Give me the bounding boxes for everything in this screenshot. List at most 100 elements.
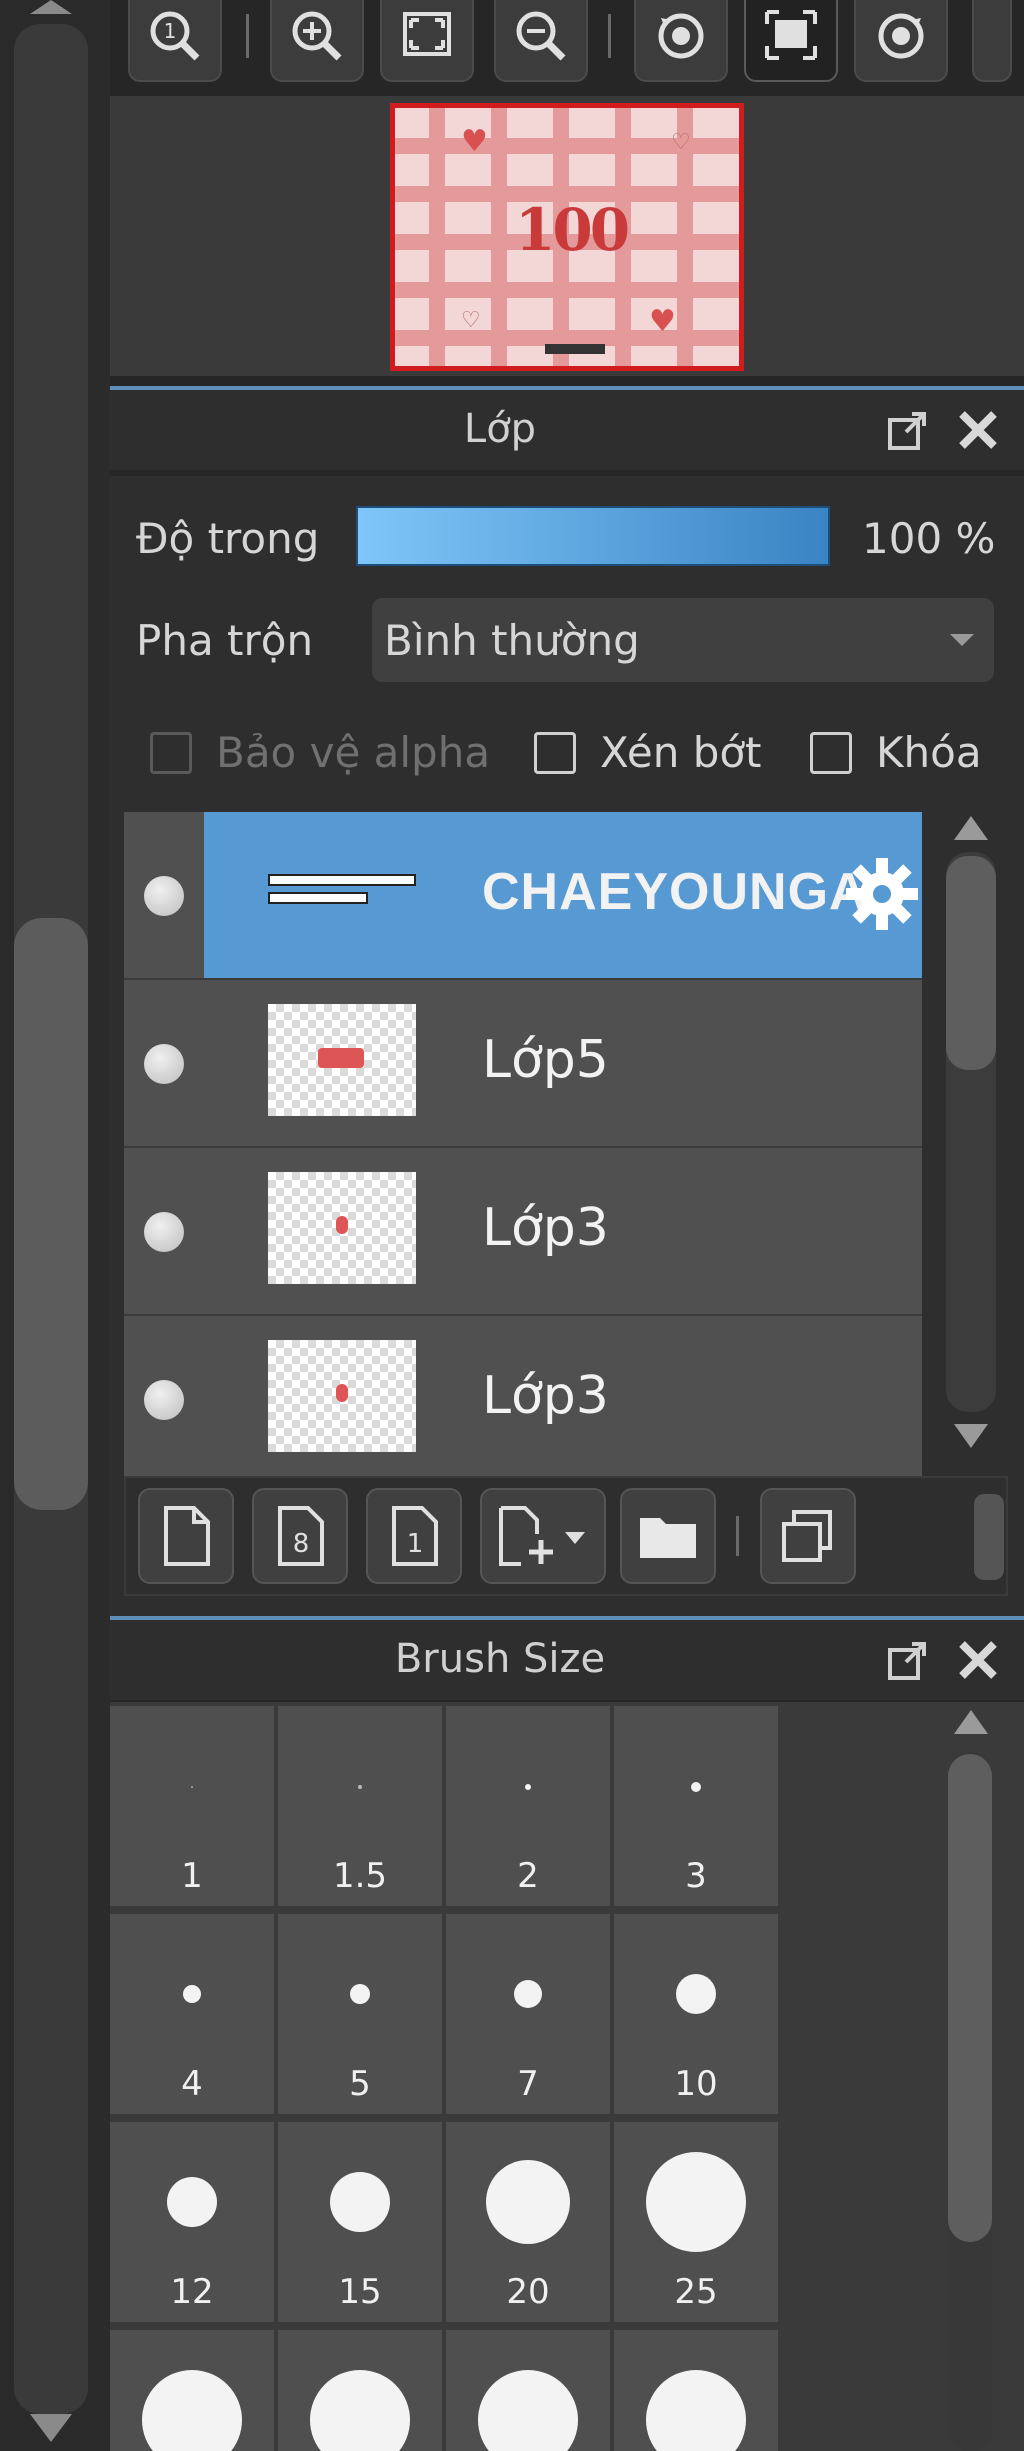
close-icon[interactable]	[956, 1638, 1000, 1682]
layer-list: CHAEYOUNGA Lớp5 Lớp3 Lớp3	[124, 812, 922, 1482]
popout-icon[interactable]	[886, 1638, 930, 1682]
blend-mode-select[interactable]: Bình thường	[372, 598, 994, 682]
left-scroll-down-arrow[interactable]	[30, 2414, 72, 2442]
clipping-label: Xén bớt	[600, 728, 762, 777]
brush-size-label: 2	[517, 1856, 539, 1896]
rotate-left-button[interactable]	[634, 0, 728, 82]
layer-toolbar-scroll[interactable]	[974, 1494, 1004, 1580]
brush-size-scrollbar[interactable]	[936, 1702, 1006, 2451]
brush-size-cell[interactable]: 25	[614, 2122, 778, 2322]
layer-row[interactable]: Lớp3	[124, 1316, 922, 1482]
brush-size-label: 5	[349, 2064, 371, 2104]
brush-dot	[691, 1782, 701, 1792]
scroll-up-arrow[interactable]	[954, 816, 988, 840]
brush-size-cell[interactable]: 5	[278, 1914, 442, 2114]
brush-size-grid: 1 1.5 2 3 4 5 7 10 12 15 20 25	[110, 1702, 1024, 2451]
scroll-up-arrow[interactable]	[954, 1710, 988, 1734]
opacity-value: 100 %	[862, 514, 996, 563]
heart-icon: ♥	[649, 304, 676, 339]
brush-dot	[358, 1785, 362, 1789]
new-8bit-layer-button[interactable]: 8	[252, 1488, 348, 1584]
new-1bit-layer-button[interactable]: 1	[366, 1488, 462, 1584]
canvas-thumbnail[interactable]: ♥ ♥ ♡ ♡ 100	[390, 103, 744, 371]
left-scroll-up-arrow[interactable]	[30, 0, 72, 14]
scroll-thumb[interactable]	[948, 1754, 992, 2242]
layer-visibility-toggle[interactable]	[124, 980, 204, 1146]
brush-size-cell[interactable]	[110, 2330, 274, 2451]
eye-dot-icon	[144, 1380, 184, 1420]
gear-icon[interactable]	[844, 856, 920, 932]
new-layer-button[interactable]	[138, 1488, 234, 1584]
add-layer-menu-icon	[499, 1506, 585, 1566]
zoom-in-button[interactable]	[270, 0, 364, 82]
zoom-actual-button[interactable]: 1	[128, 0, 222, 82]
close-icon[interactable]	[956, 408, 1000, 452]
layer-visibility-toggle[interactable]	[124, 812, 204, 978]
layer-visibility-toggle[interactable]	[124, 1148, 204, 1314]
fit-screen-icon	[403, 12, 451, 56]
layers-panel-title: Lớp	[463, 406, 537, 452]
layer-thumbnail	[268, 1340, 416, 1452]
duplicate-layer-icon	[782, 1510, 832, 1562]
brush-dot	[167, 2177, 217, 2227]
brush-size-cell[interactable]: 20	[446, 2122, 610, 2322]
brush-dot	[191, 1786, 193, 1788]
scroll-down-arrow[interactable]	[954, 1424, 988, 1448]
popout-icon[interactable]	[886, 408, 930, 452]
layer-row[interactable]: Lớp3	[124, 1148, 922, 1314]
brush-size-cell[interactable]: 1	[110, 1706, 274, 1906]
brush-dot	[330, 2172, 390, 2232]
brush-dot	[350, 1984, 370, 2004]
brush-dot	[646, 2152, 746, 2252]
fullscreen-button[interactable]	[744, 0, 838, 82]
brush-size-cell[interactable]	[278, 2330, 442, 2451]
new-8bit-layer-icon: 8	[278, 1506, 324, 1566]
fit-screen-button[interactable]	[380, 0, 474, 82]
brush-size-panel-header: Brush Size	[110, 1616, 1024, 1700]
right-panel-column: 1 ♥ ♥ ♡ ♡ 100 Lớp Độ trong 100 % Pha trộ…	[110, 0, 1024, 2451]
clipping-checkbox[interactable]	[534, 732, 576, 774]
brush-size-cell[interactable]	[446, 2330, 610, 2451]
brush-size-label: 1	[181, 1856, 203, 1896]
brush-dot	[646, 2370, 746, 2451]
brush-size-cell[interactable]: 10	[614, 1914, 778, 2114]
svg-text:1: 1	[164, 19, 177, 43]
brush-size-cell[interactable]: 12	[110, 2122, 274, 2322]
heart-outline-icon: ♡	[671, 130, 691, 155]
layers-panel-header: Lớp	[110, 386, 1024, 470]
opacity-slider[interactable]	[356, 506, 830, 566]
layer-row-selected[interactable]: CHAEYOUNGA	[124, 812, 922, 978]
brush-size-panel-title: Brush Size	[394, 1636, 606, 1682]
brush-size-cell[interactable]: 15	[278, 2122, 442, 2322]
blend-mode-label: Pha trộn	[136, 616, 314, 665]
brush-size-cell[interactable]: 4	[110, 1914, 274, 2114]
eye-dot-icon	[144, 876, 184, 916]
brush-size-cell[interactable]: 1.5	[278, 1706, 442, 1906]
left-scrollbar[interactable]	[0, 0, 96, 2451]
scroll-thumb[interactable]	[946, 856, 996, 1070]
chevron-down-icon	[950, 634, 974, 646]
brush-size-cell[interactable]: 7	[446, 1914, 610, 2114]
lock-checkbox[interactable]	[810, 732, 852, 774]
left-scroll-thumb[interactable]	[14, 918, 88, 1510]
protect-alpha-checkbox[interactable]	[150, 732, 192, 774]
layer-thumbnail	[268, 1172, 416, 1284]
new-1bit-layer-icon: 1	[392, 1506, 438, 1566]
add-layer-menu-button[interactable]	[480, 1488, 606, 1584]
toolbar-overflow[interactable]	[972, 0, 1012, 82]
new-folder-button[interactable]	[620, 1488, 716, 1584]
fullscreen-icon	[765, 10, 817, 60]
layer-list-scrollbar[interactable]	[936, 812, 1006, 1452]
rotate-right-button[interactable]	[854, 0, 948, 82]
zoom-out-button[interactable]	[494, 0, 588, 82]
layer-visibility-toggle[interactable]	[124, 1316, 204, 1482]
lock-label: Khóa	[876, 728, 982, 777]
layer-row[interactable]: Lớp5	[124, 980, 922, 1146]
brush-size-cell[interactable]	[614, 2330, 778, 2451]
brush-size-label: 3	[685, 1856, 707, 1896]
brush-size-cell[interactable]: 3	[614, 1706, 778, 1906]
layers-panel: Độ trong 100 % Pha trộn Bình thường Bảo …	[110, 476, 1024, 1616]
brush-size-cell[interactable]: 2	[446, 1706, 610, 1906]
duplicate-layer-button[interactable]	[760, 1488, 856, 1584]
navigator-preview[interactable]: ♥ ♥ ♡ ♡ 100	[110, 96, 1024, 376]
